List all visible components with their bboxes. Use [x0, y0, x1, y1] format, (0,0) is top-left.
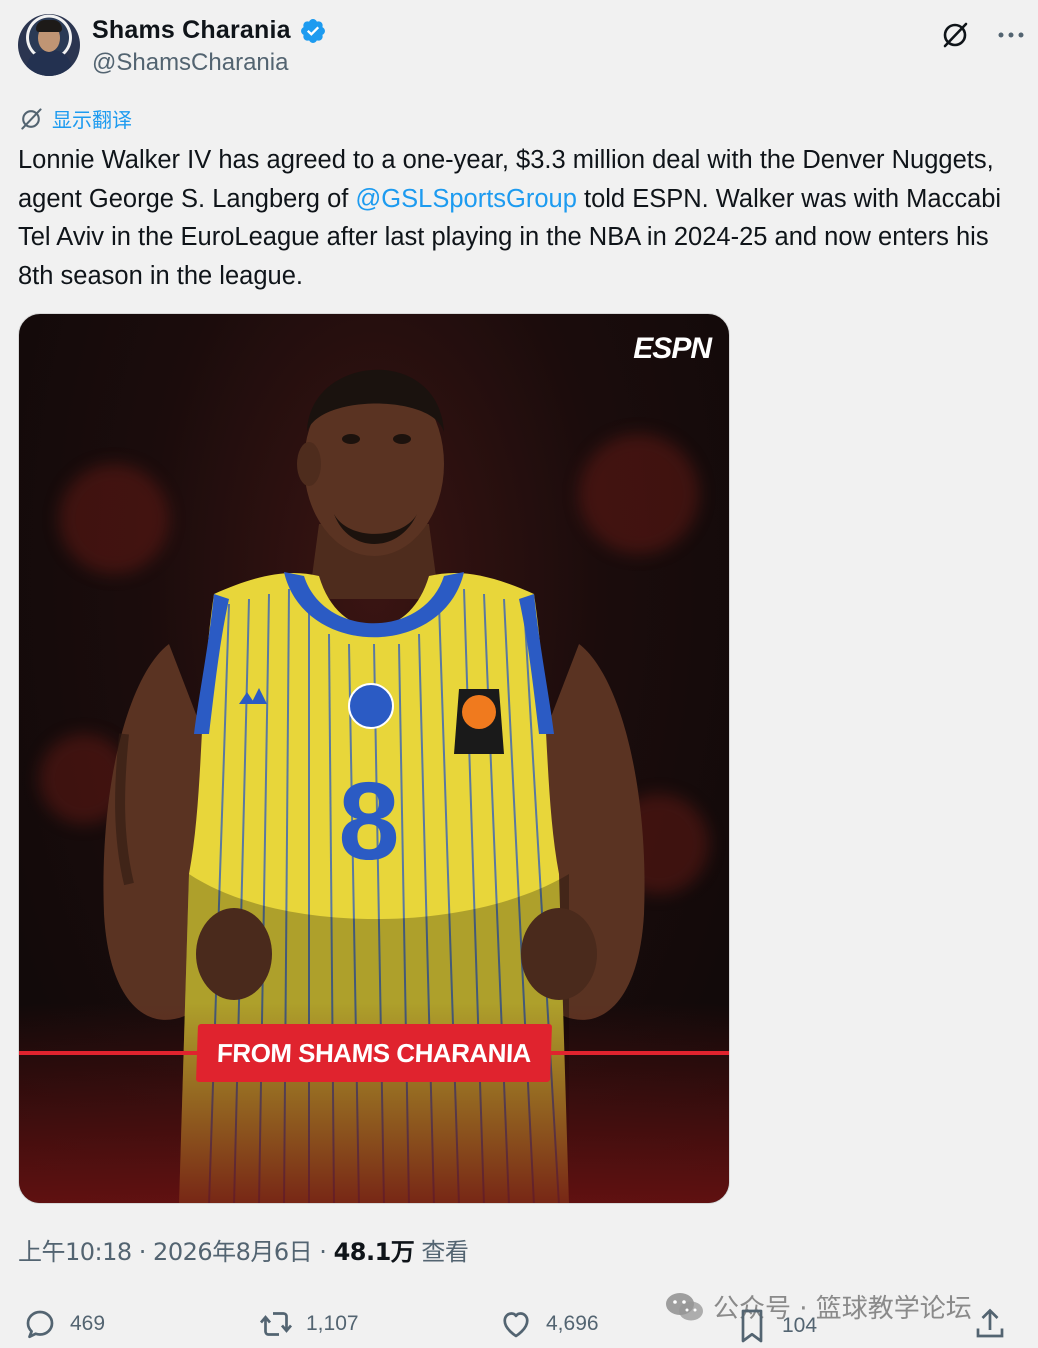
author-handle[interactable]: @ShamsCharania — [92, 49, 327, 77]
views-count: 48.1万 — [333, 1238, 415, 1266]
tweet-timestamp[interactable]: 上午10:18 · 2026年8月6日 · — [18, 1238, 334, 1266]
mention-link[interactable]: @GSLSportsGroup — [355, 185, 576, 213]
heart-icon — [503, 1312, 529, 1338]
tweet-media-image[interactable]: 8 ESPN FROM SHAMS CHARANIA — [18, 313, 730, 1204]
show-translation-link[interactable]: 显示翻译 — [18, 104, 132, 133]
repost-button[interactable]: 1,107 — [258, 1306, 359, 1342]
jersey-number: 8 — [338, 760, 399, 883]
espn-logo: ESPN — [633, 332, 712, 365]
grok-icon[interactable] — [938, 18, 972, 52]
bookmark-button[interactable]: 104 — [734, 1306, 817, 1346]
like-count: 4,696 — [546, 1312, 599, 1335]
header-actions — [938, 18, 1028, 52]
avatar-suit — [26, 50, 72, 76]
avatar-hair — [36, 20, 62, 32]
reply-icon — [26, 1310, 54, 1339]
author-block[interactable]: Shams Charania @ShamsCharania — [92, 16, 327, 77]
repost-icon — [259, 1312, 293, 1336]
views-label: 查看 — [414, 1238, 469, 1266]
more-options-icon[interactable] — [994, 18, 1028, 52]
reply-count: 469 — [70, 1312, 106, 1335]
bookmark-icon — [741, 1309, 763, 1343]
source-banner: FROM SHAMS CHARANIA — [195, 1024, 553, 1082]
tweet-header: Shams Charania @ShamsCharania — [18, 14, 1028, 78]
share-icon — [976, 1308, 1004, 1338]
author-display-name[interactable]: Shams Charania — [92, 16, 291, 45]
grok-translate-icon — [21, 107, 42, 130]
avatar[interactable] — [18, 14, 80, 76]
reply-button[interactable]: 469 — [22, 1306, 105, 1342]
tweet-text: Lonnie Walker IV has agreed to a one-yea… — [18, 141, 1018, 295]
verified-badge-icon — [301, 18, 326, 43]
like-button[interactable]: 4,696 — [498, 1306, 599, 1342]
tweet-timestamp-views: 上午10:18 · 2026年8月6日 · 48.1万 查看 — [18, 1232, 469, 1267]
repost-count: 1,107 — [306, 1312, 359, 1335]
bookmark-count: 104 — [782, 1314, 818, 1337]
tweet-actions-bar: 469 1,107 4,696 104 — [22, 1306, 1012, 1348]
show-translation-label[interactable]: 显示翻译 — [52, 104, 132, 133]
share-button[interactable] — [972, 1306, 1008, 1342]
